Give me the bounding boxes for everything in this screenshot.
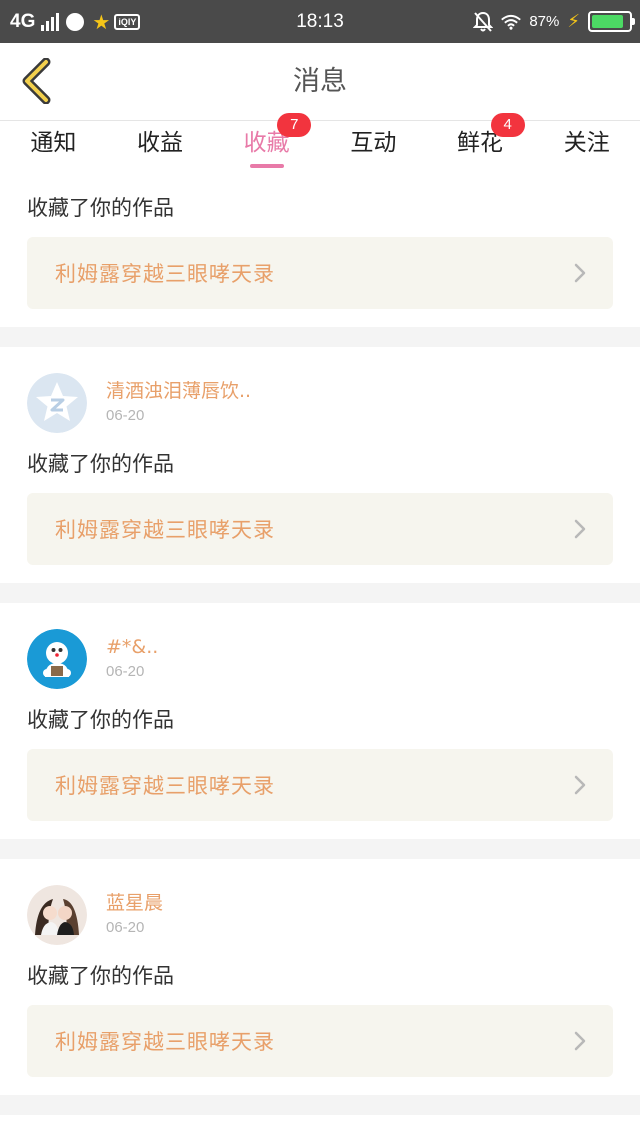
avatar[interactable] (27, 629, 87, 689)
status-bar: 4G ★ iQIY 18:13 87% ⚡ (0, 0, 640, 43)
chevron-right-icon (573, 518, 587, 540)
work-title: 利姆露穿越三眼哮天录 (55, 262, 275, 286)
tab-label: 收益 (137, 130, 183, 156)
work-title: 利姆露穿越三眼哮天录 (55, 1030, 275, 1054)
nav-header: 消息 (0, 43, 640, 120)
tab-label: 关注 (563, 130, 610, 156)
chevron-right-icon (573, 1030, 587, 1052)
back-button[interactable] (14, 55, 58, 107)
avatar[interactable] (27, 373, 87, 433)
username[interactable]: #*&.. (106, 635, 158, 659)
list-separator (0, 839, 640, 859)
list-item: 清酒浊泪薄唇饮.. 06-20 收藏了你的作品 利姆露穿越三眼哮天录 (0, 347, 640, 583)
work-link[interactable]: 利姆露穿越三眼哮天录 (27, 749, 613, 821)
work-title: 利姆露穿越三眼哮天录 (55, 518, 275, 542)
action-text: 收藏了你的作品 (27, 196, 174, 220)
action-text: 收藏了你的作品 (27, 452, 174, 476)
chevron-left-icon (22, 58, 51, 104)
date-label: 06-20 (106, 919, 145, 936)
list-separator (0, 327, 640, 347)
message-tabs: 通知 收益 收藏 7 互动 鲜花 4 关注 (0, 113, 640, 169)
work-link[interactable]: 利姆露穿越三眼哮天录 (27, 1005, 613, 1077)
list-item: 蓝星晨 06-20 收藏了你的作品 利姆露穿越三眼哮天录 (0, 859, 640, 1095)
tab-earnings[interactable]: 收益 (107, 121, 214, 169)
date-label: 06-20 (106, 407, 145, 424)
chevron-right-icon (573, 262, 587, 284)
unread-badge: 7 (277, 113, 312, 137)
unread-badge: 4 (490, 113, 525, 137)
tab-label: 互动 (350, 130, 397, 156)
charging-icon: ⚡ (567, 11, 580, 32)
action-text: 收藏了你的作品 (27, 964, 174, 988)
list-item: #*&.. 06-20 收藏了你的作品 利姆露穿越三眼哮天录 (0, 603, 640, 839)
username[interactable]: 清酒浊泪薄唇饮.. (106, 379, 251, 403)
work-link[interactable]: 利姆露穿越三眼哮天录 (27, 237, 613, 309)
wifi-icon (501, 12, 522, 32)
action-text: 收藏了你的作品 (27, 708, 174, 732)
username[interactable]: 蓝星晨 (106, 891, 163, 915)
tab-follows[interactable]: 关注 (533, 121, 640, 169)
work-title: 利姆露穿越三眼哮天录 (55, 774, 275, 798)
chevron-right-icon (573, 774, 587, 796)
list-separator (0, 1095, 640, 1115)
mute-bell-icon (473, 11, 494, 32)
work-link[interactable]: 利姆露穿越三眼哮天录 (27, 493, 613, 565)
tab-notifications[interactable]: 通知 (0, 121, 107, 169)
date-label: 06-20 (106, 663, 145, 680)
tab-flowers[interactable]: 鲜花 4 (427, 113, 534, 169)
avatar[interactable] (27, 885, 87, 945)
list-item: 收藏了你的作品 利姆露穿越三眼哮天录 (0, 169, 640, 327)
tab-interactions[interactable]: 互动 (320, 121, 427, 169)
tab-favorites[interactable]: 收藏 7 (213, 113, 320, 169)
battery-percent: 87% (529, 13, 560, 30)
tab-label: 通知 (30, 130, 77, 156)
favorites-feed: 收藏了你的作品 利姆露穿越三眼哮天录 清酒浊泪薄唇饮.. 06-20 收藏了你的… (0, 169, 640, 1115)
page-title: 消息 (293, 66, 347, 97)
list-separator (0, 583, 640, 603)
battery-icon (588, 11, 635, 32)
